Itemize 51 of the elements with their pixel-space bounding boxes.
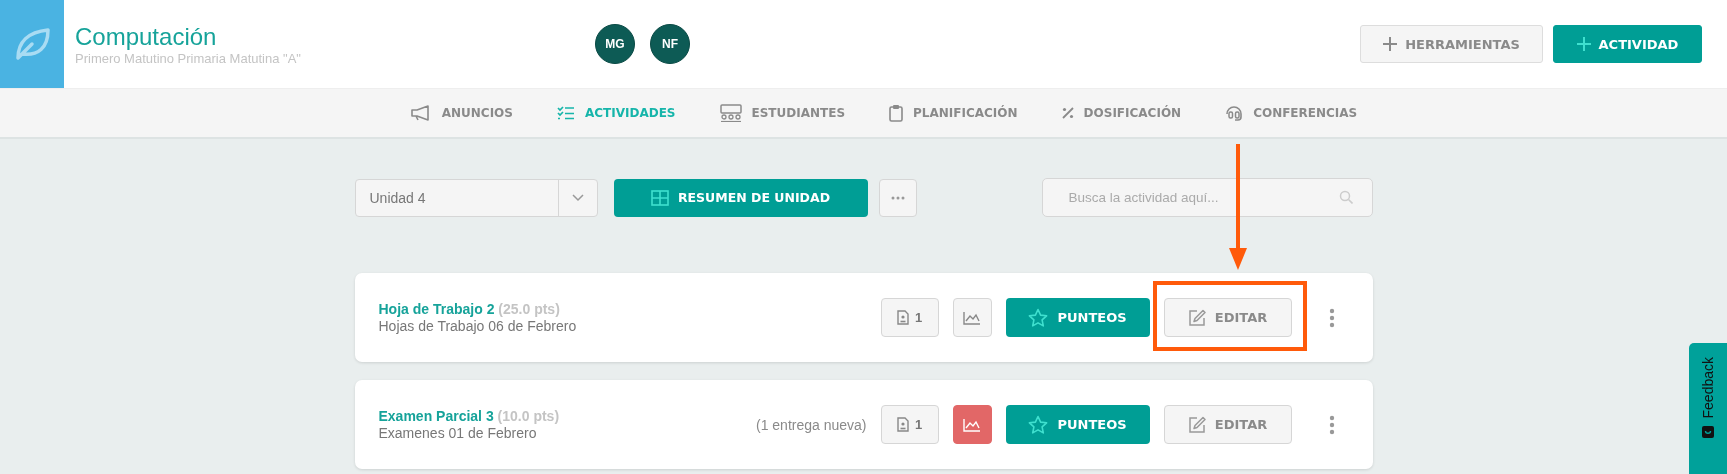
- star-icon: [1028, 415, 1049, 434]
- submissions-button[interactable]: 1: [880, 298, 939, 337]
- grid-icon: [650, 189, 669, 206]
- star-icon: [1028, 308, 1049, 327]
- edit-icon: [1187, 308, 1206, 327]
- chart-button[interactable]: [952, 405, 992, 444]
- document-icon: [896, 310, 909, 325]
- add-activity-button[interactable]: ACTIVIDAD: [1553, 25, 1702, 63]
- clipboard-icon: [889, 104, 904, 122]
- megaphone-icon: [409, 105, 432, 121]
- kebab-menu-icon[interactable]: [1328, 414, 1335, 435]
- course-subtitle: Primero Matutino Primaria Matutina "A": [75, 50, 302, 66]
- chevron-down-icon: [571, 193, 584, 202]
- unit-summary-button[interactable]: RESUMEN DE UNIDAD: [613, 178, 868, 217]
- kebab-menu-icon[interactable]: [1328, 307, 1335, 328]
- ellipsis-icon: [890, 195, 905, 200]
- feedback-tab[interactable]: Feedback: [1689, 343, 1727, 474]
- nav-tab[interactable]: ESTUDIANTES: [719, 104, 846, 122]
- nav-tab[interactable]: PLANIFICACIÓN: [889, 104, 1018, 122]
- search-icon[interactable]: [1338, 190, 1353, 204]
- tools-button[interactable]: HERRAMIENTAS: [1360, 25, 1543, 63]
- percent-icon: [1061, 107, 1074, 119]
- plus-icon: [1383, 37, 1398, 51]
- document-icon: [896, 417, 909, 432]
- edit-icon: [1187, 415, 1206, 434]
- submissions-button[interactable]: 1: [880, 405, 939, 444]
- search-field[interactable]: Busca la actividad aquí...: [1041, 178, 1373, 217]
- scores-button[interactable]: PUNTEOS: [1005, 298, 1150, 337]
- activity-title[interactable]: Hoja de Trabajo 2 (25.0 pts): [378, 301, 577, 317]
- user-avatar[interactable]: NF: [650, 24, 690, 64]
- people-row-icon: [719, 104, 742, 122]
- area-chart-icon: [963, 310, 981, 325]
- unit-dropdown[interactable]: Unidad 4: [354, 178, 598, 217]
- edit-button[interactable]: EDITAR: [1163, 298, 1292, 337]
- smile-badge-icon: [1702, 426, 1714, 439]
- area-chart-icon: [963, 417, 981, 432]
- edit-button[interactable]: EDITAR: [1163, 405, 1292, 444]
- nav-tab[interactable]: ANUNCIOS: [409, 105, 513, 121]
- nav-tab[interactable]: DOSIFICACIÓN: [1061, 106, 1182, 120]
- new-submission-note: (1 entrega nueva): [755, 416, 867, 433]
- plus-icon: [1576, 37, 1591, 51]
- headset-icon: [1225, 104, 1244, 122]
- checklist-icon: [556, 105, 575, 121]
- activity-title[interactable]: Examen Parcial 3 (10.0 pts): [378, 408, 560, 424]
- nav-tab[interactable]: CONFERENCIAS: [1225, 104, 1358, 122]
- nav-tab[interactable]: ACTIVIDADES: [556, 105, 676, 121]
- scores-button[interactable]: PUNTEOS: [1005, 405, 1150, 444]
- course-title: Computación: [75, 22, 218, 51]
- user-avatar[interactable]: MG: [595, 24, 635, 64]
- activity-subtitle: Examenes 01 de Febrero: [378, 425, 538, 441]
- activity-subtitle: Hojas de Trabajo 06 de Febrero: [378, 318, 577, 334]
